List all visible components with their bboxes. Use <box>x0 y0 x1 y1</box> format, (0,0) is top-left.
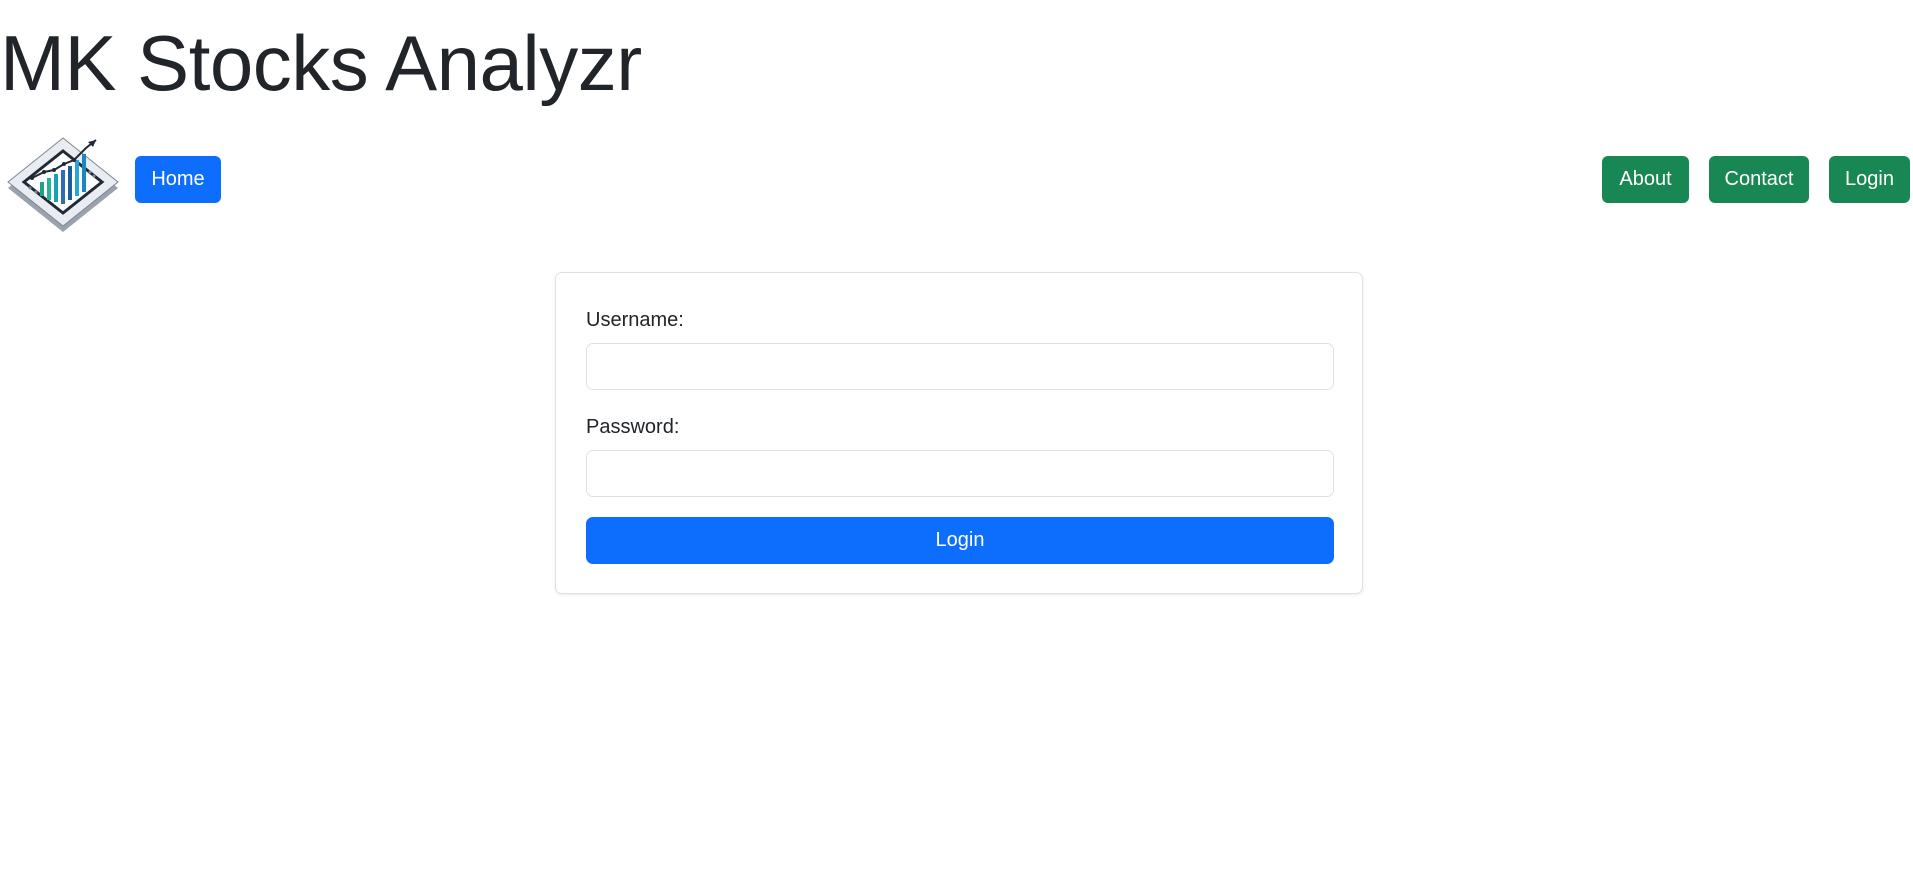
navbar: Home About Contact Login <box>0 130 1913 234</box>
login-form: Username: Password: Login <box>555 272 1363 594</box>
password-label: Password: <box>586 416 680 438</box>
about-button[interactable]: About <box>1602 156 1689 203</box>
username-label: Username: <box>586 309 684 331</box>
contact-button[interactable]: Contact <box>1709 156 1809 203</box>
login-submit-button[interactable]: Login <box>586 517 1334 564</box>
nav-login-button[interactable]: Login <box>1829 156 1910 203</box>
password-field[interactable] <box>586 450 1334 497</box>
home-button[interactable]: Home <box>135 156 221 203</box>
username-field[interactable] <box>586 343 1334 390</box>
stock-chart-logo-icon <box>4 130 122 234</box>
app-title: MK Stocks Analyzr <box>0 19 642 107</box>
